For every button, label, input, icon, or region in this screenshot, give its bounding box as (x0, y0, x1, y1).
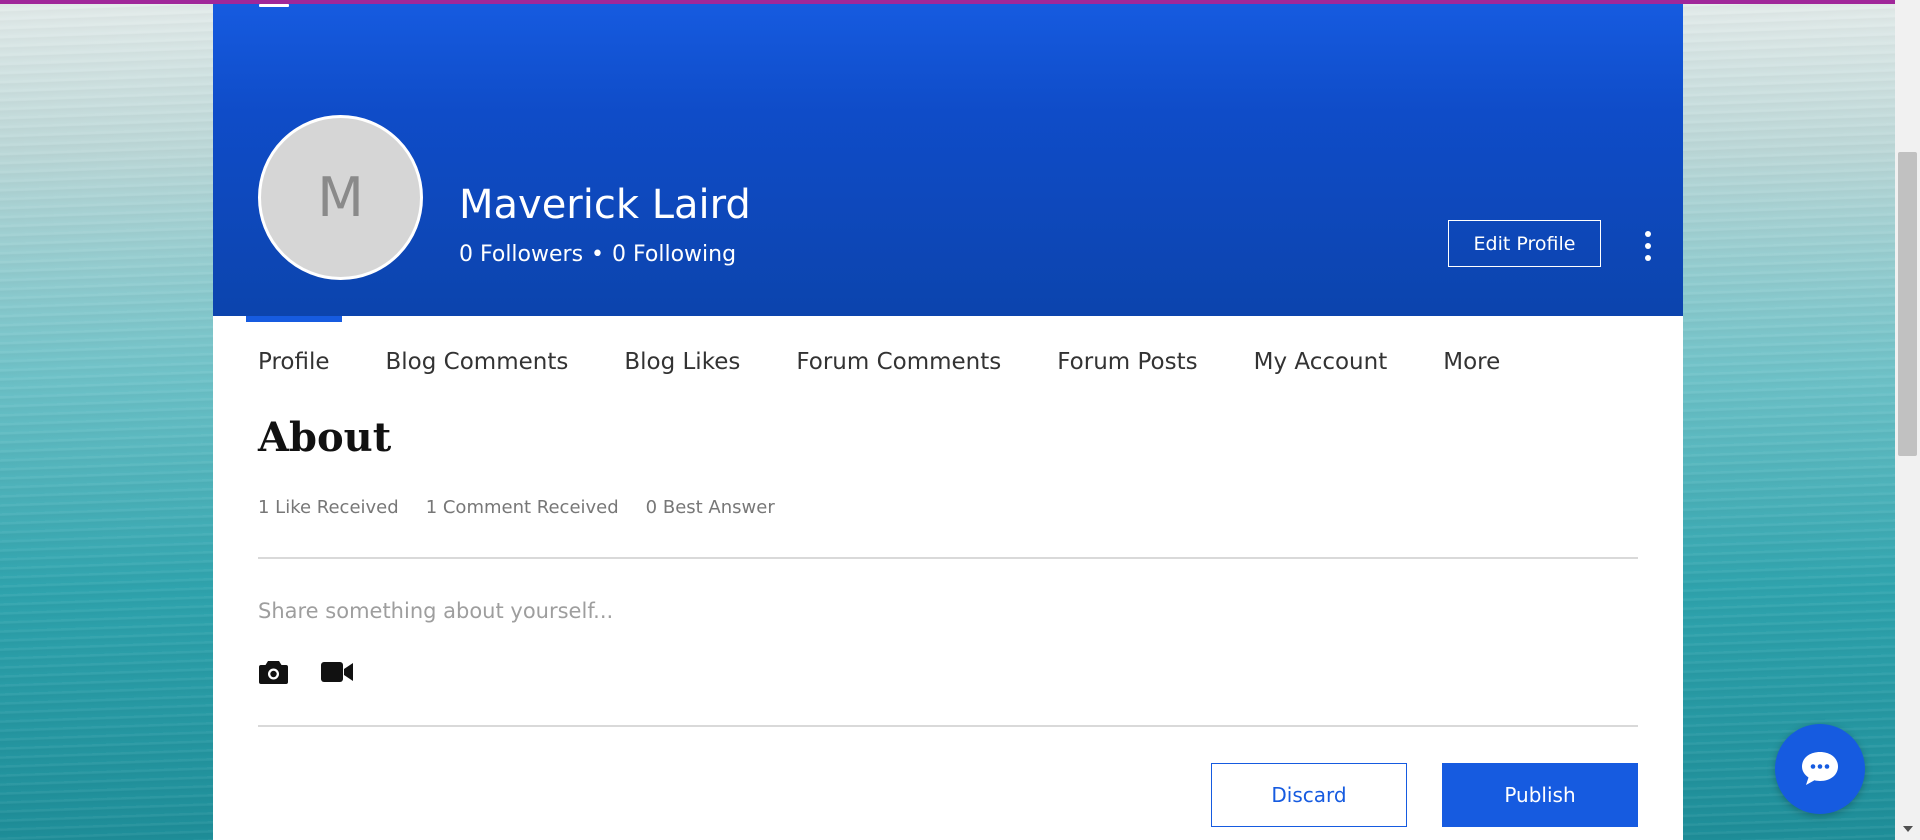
more-vertical-icon[interactable] (1640, 231, 1656, 261)
tab-my-account[interactable]: My Account (1254, 349, 1388, 375)
tab-blog-likes[interactable]: Blog Likes (624, 349, 740, 375)
tab-profile[interactable]: Profile (258, 349, 330, 375)
tab-forum-posts[interactable]: Forum Posts (1057, 349, 1197, 375)
follow-stats: 0 Followers • 0 Following (459, 242, 736, 267)
avatar[interactable]: M (258, 115, 423, 280)
profile-cover: M Maverick Laird 0 Followers • 0 Following… (213, 4, 1683, 316)
discard-button[interactable]: Discard (1211, 763, 1407, 827)
profile-name: Maverick Laird (459, 182, 751, 228)
tab-blog-comments[interactable]: Blog Comments (386, 349, 569, 375)
chat-bubble-icon (1802, 752, 1838, 785)
best-answer-stat: 0 Best Answer (645, 497, 775, 518)
video-camera-icon[interactable] (320, 659, 354, 689)
followers-link[interactable]: 0 Followers (459, 242, 583, 267)
about-heading: About (258, 414, 392, 461)
profile-tabs: Profile Blog Comments Blog Likes Forum C… (258, 346, 1556, 378)
scrollbar-thumb[interactable] (1898, 152, 1917, 456)
menu-icon[interactable] (259, 4, 289, 7)
publish-button[interactable]: Publish (1442, 763, 1638, 827)
following-link[interactable]: 0 Following (612, 242, 736, 267)
active-tab-indicator (246, 316, 342, 322)
divider (258, 725, 1638, 727)
avatar-initial: M (317, 166, 364, 229)
share-about-input[interactable] (258, 594, 1158, 628)
comments-received-stat: 1 Comment Received (425, 497, 619, 518)
tab-forum-comments[interactable]: Forum Comments (796, 349, 1001, 375)
profile-page: M Maverick Laird 0 Followers • 0 Following… (213, 4, 1683, 840)
edit-profile-button[interactable]: Edit Profile (1448, 220, 1601, 267)
divider (258, 557, 1638, 559)
chat-button[interactable] (1775, 724, 1865, 814)
tab-more[interactable]: More (1443, 349, 1500, 375)
follow-separator: • (591, 242, 605, 267)
likes-received-stat: 1 Like Received (258, 497, 399, 518)
scroll-down-arrow-icon[interactable] (1900, 822, 1915, 836)
about-stats: 1 Like Received 1 Comment Received 0 Bes… (258, 497, 802, 518)
camera-icon[interactable] (258, 659, 289, 689)
